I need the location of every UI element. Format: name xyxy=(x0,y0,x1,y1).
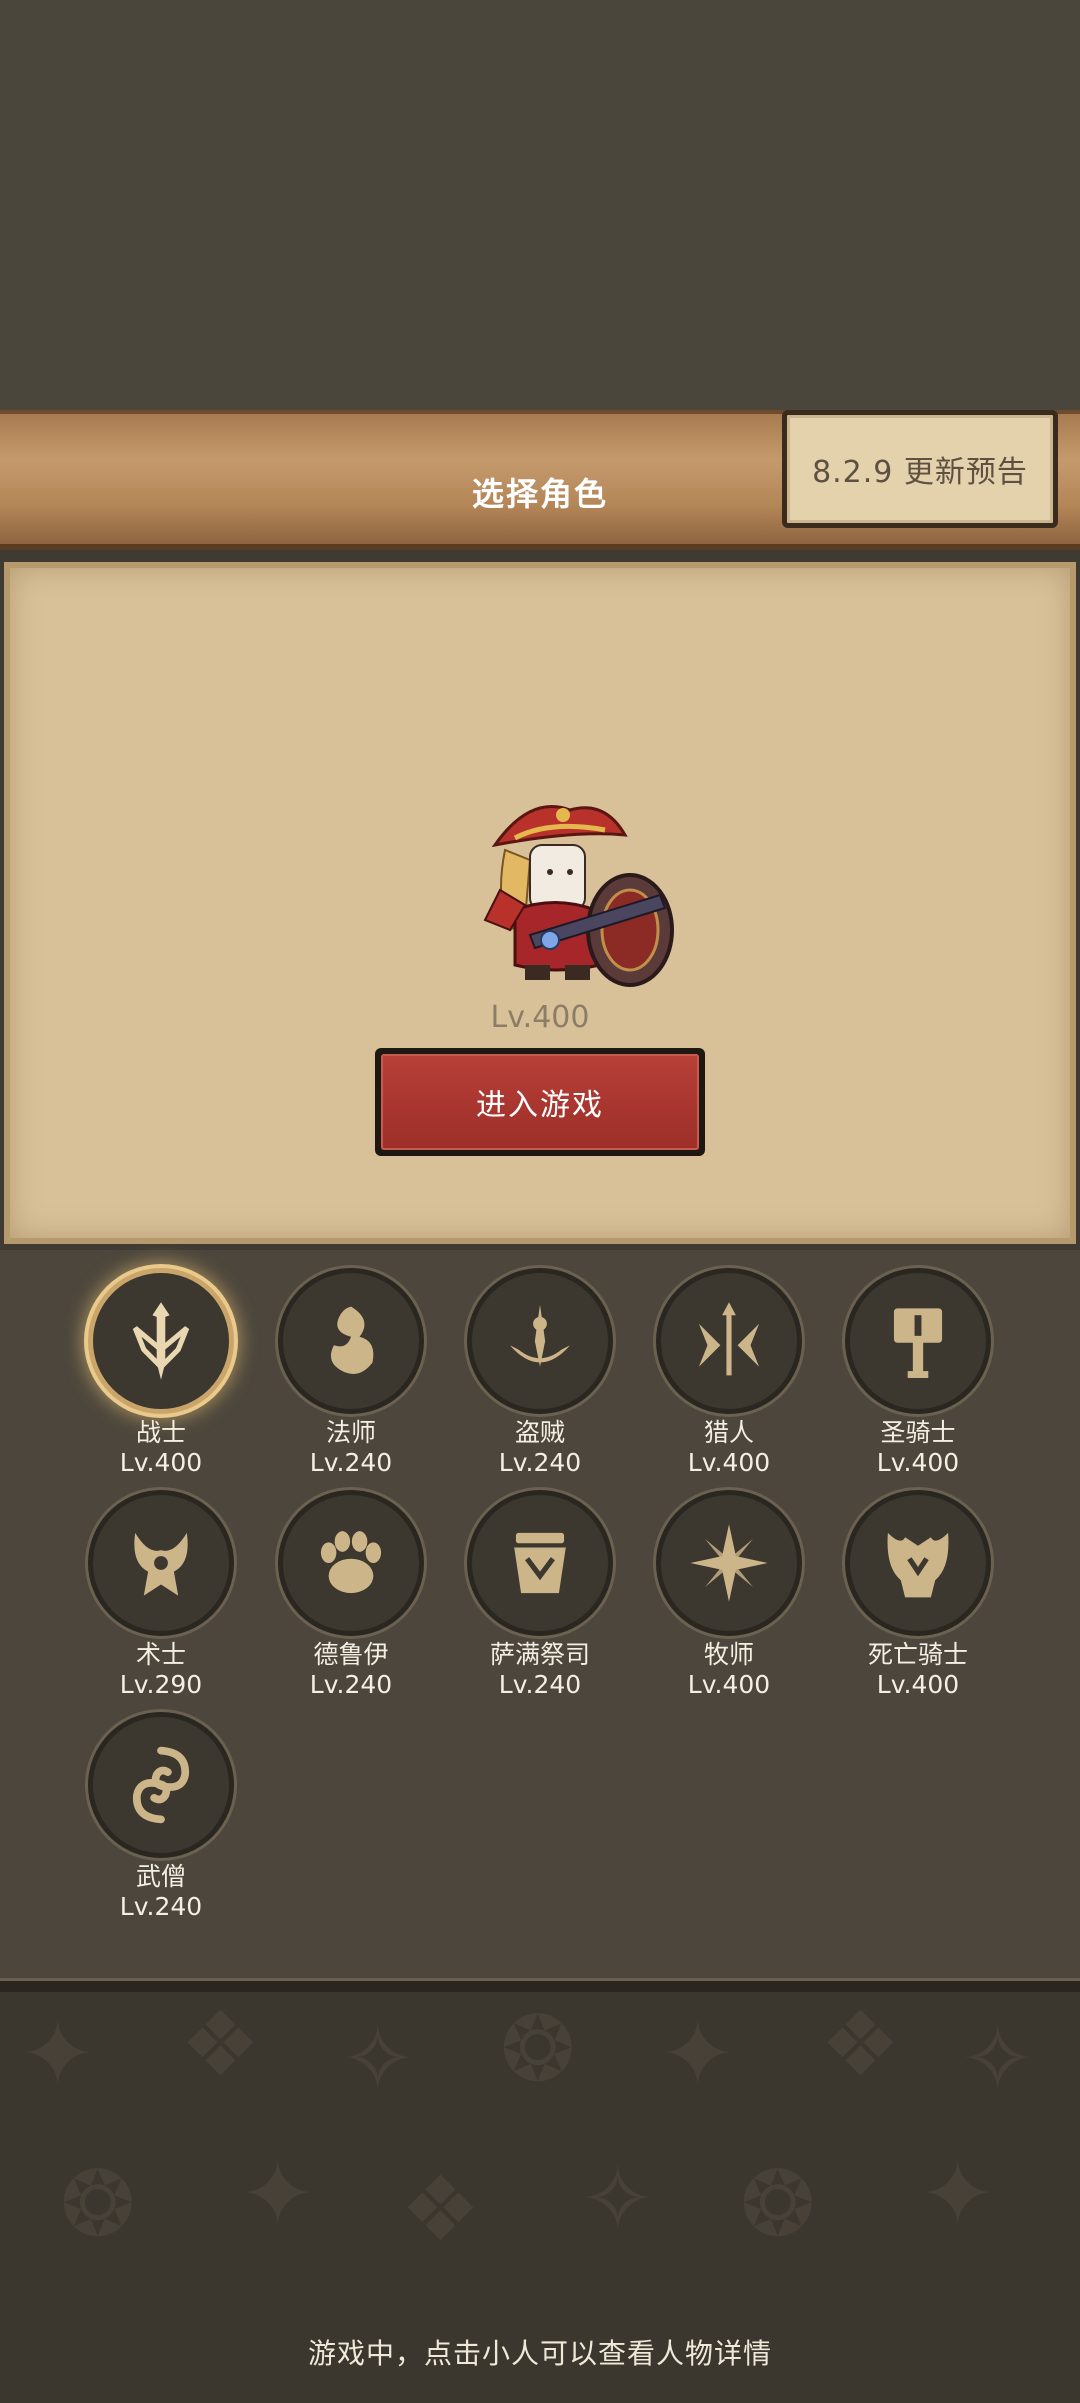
decorative-emblem-icon: ✧ xyxy=(340,2007,416,2112)
class-item-warlock[interactable]: 术士 Lv.290 xyxy=(81,1490,241,1700)
header-bar: 选择角色 8.2.9 更新预告 xyxy=(0,410,1080,550)
class-name: 萨满祭司 xyxy=(489,1640,590,1669)
class-level: Lv.240 xyxy=(498,1670,582,1699)
class-level: Lv.290 xyxy=(119,1670,203,1699)
paladin-icon xyxy=(845,1268,991,1414)
character-sprite[interactable] xyxy=(455,790,685,1000)
class-item-death-knight[interactable]: 死亡骑士 Lv.400 xyxy=(838,1490,998,1700)
enter-game-button[interactable]: 进入游戏 xyxy=(375,1048,705,1156)
shaman-icon xyxy=(467,1490,613,1636)
class-name: 牧师 xyxy=(703,1640,754,1669)
class-name: 术士 xyxy=(135,1640,186,1669)
hunter-icon xyxy=(656,1268,802,1414)
class-name: 猎人 xyxy=(703,1418,754,1447)
class-item-hunter[interactable]: 猎人 Lv.400 xyxy=(649,1268,809,1478)
class-level: Lv.240 xyxy=(309,1448,393,1477)
class-name: 德鲁伊 xyxy=(313,1640,389,1669)
decorative-emblem-icon: ✦ xyxy=(660,2002,736,2107)
class-name: 盗贼 xyxy=(514,1418,565,1447)
decorative-emblem-icon: ✧ xyxy=(580,2147,656,2252)
druid-icon xyxy=(278,1490,424,1636)
decorative-emblem-icon: ✦ xyxy=(920,2142,996,2247)
class-name: 武僧 xyxy=(135,1862,186,1891)
class-item-priest[interactable]: 牧师 Lv.400 xyxy=(649,1490,809,1700)
decorative-emblem-icon: ❖ xyxy=(400,2157,481,2262)
class-name: 圣骑士 xyxy=(880,1418,956,1447)
footer-hint-text: 游戏中，点击小人可以查看人物详情 xyxy=(307,2337,772,2370)
class-name: 死亡骑士 xyxy=(867,1640,968,1669)
class-item-monk[interactable]: 武僧 Lv.240 xyxy=(81,1712,241,1922)
enter-game-label: 进入游戏 xyxy=(381,1054,699,1150)
class-level: Lv.240 xyxy=(309,1670,393,1699)
class-level: Lv.400 xyxy=(876,1670,960,1699)
class-level: Lv.400 xyxy=(687,1670,771,1699)
update-preview-button[interactable]: 8.2.9 更新预告 xyxy=(782,410,1058,528)
decorative-emblem-icon: ✧ xyxy=(960,2007,1036,2112)
class-level: Lv.400 xyxy=(687,1448,771,1477)
class-level: Lv.240 xyxy=(119,1892,203,1921)
warlock-icon xyxy=(88,1490,234,1636)
class-item-warrior[interactable]: 战士 Lv.400 xyxy=(81,1268,241,1478)
mage-icon xyxy=(278,1268,424,1414)
priest-icon xyxy=(656,1490,802,1636)
class-item-mage[interactable]: 法师 Lv.240 xyxy=(271,1268,431,1478)
decorative-emblem-icon: ❂ xyxy=(500,1997,576,2102)
decorative-emblem-icon: ❖ xyxy=(820,1992,901,2097)
class-level: Lv.240 xyxy=(498,1448,582,1477)
decorative-emblem-icon: ❖ xyxy=(180,1992,261,2097)
rogue-icon xyxy=(467,1268,613,1414)
decorative-emblem-icon: ✦ xyxy=(20,2002,96,2107)
class-item-paladin[interactable]: 圣骑士 Lv.400 xyxy=(838,1268,998,1478)
class-level: Lv.400 xyxy=(876,1448,960,1477)
character-level: Lv.400 xyxy=(490,1000,590,1035)
monk-icon xyxy=(88,1712,234,1858)
top-empty-area xyxy=(0,0,1080,410)
decorative-emblem-icon: ❂ xyxy=(740,2152,816,2257)
decorative-emblem-icon: ❂ xyxy=(60,2152,136,2257)
class-name: 法师 xyxy=(325,1418,376,1447)
class-name: 战士 xyxy=(135,1418,186,1447)
class-item-druid[interactable]: 德鲁伊 Lv.240 xyxy=(271,1490,431,1700)
class-level: Lv.400 xyxy=(119,1448,203,1477)
class-item-rogue[interactable]: 盗贼 Lv.240 xyxy=(460,1268,620,1478)
warrior-icon xyxy=(88,1268,234,1414)
death-knight-icon xyxy=(845,1490,991,1636)
class-item-shaman[interactable]: 萨满祭司 Lv.240 xyxy=(460,1490,620,1700)
decorative-emblem-icon: ✦ xyxy=(240,2142,316,2247)
